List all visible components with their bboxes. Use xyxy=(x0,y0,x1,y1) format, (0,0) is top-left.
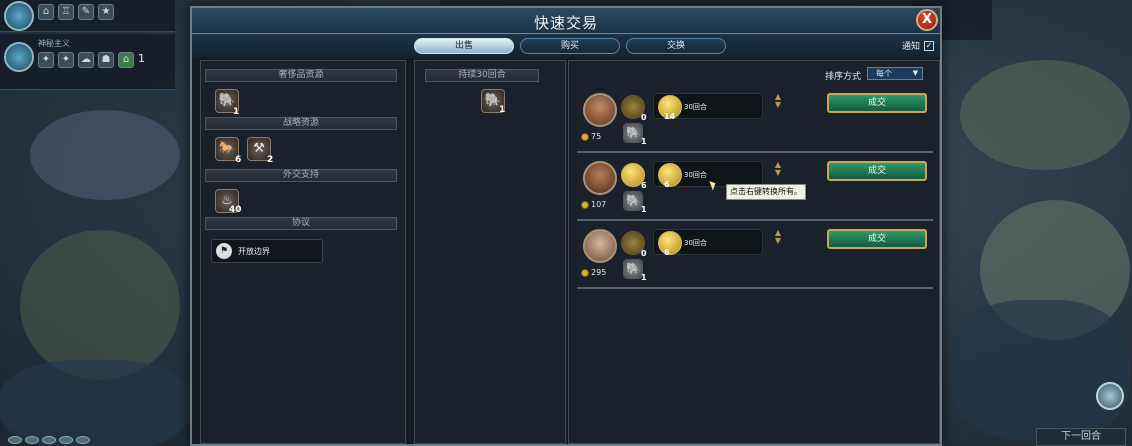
tab-sell[interactable]: 出售 xyxy=(414,38,514,54)
elephant-count: 1 xyxy=(641,273,647,282)
belief-icon-3: ☁ xyxy=(78,52,94,68)
belief-icon-4: ☗ xyxy=(98,52,114,68)
bottom-left-icons[interactable] xyxy=(8,436,90,444)
turns-label: 30回合 xyxy=(684,239,707,247)
turns-label: 30回合 xyxy=(684,103,707,111)
sort-dropdown[interactable]: 每个 ▼ xyxy=(867,67,923,80)
gold-icon xyxy=(581,201,589,209)
gold-coin-icon xyxy=(658,163,682,187)
next-turn-button[interactable]: 下一回合 xyxy=(1036,428,1126,446)
civic-icon[interactable] xyxy=(4,1,34,31)
unit-action-button[interactable] xyxy=(1096,382,1124,410)
leader-portrait[interactable] xyxy=(583,229,617,263)
deals-panel: 排序方式 每个 ▼ 75 0 14 30回合 ▲ ▼ 成交 🐘 1 107 6 … xyxy=(568,60,940,444)
gold-per-turn-box[interactable]: 6 30回合 xyxy=(653,229,763,257)
belief-icon-5: ⌂ xyxy=(118,52,134,68)
belief-icon-1: ✦ xyxy=(38,52,54,68)
gold-coin-icon xyxy=(658,231,682,255)
elephant-icon[interactable]: 🐘 xyxy=(623,123,643,143)
tab-bar: 出售 购买 交换 通知 ✓ xyxy=(192,34,940,58)
hud-civics-row[interactable]: ⌂ ♖ ✎ ★ xyxy=(0,0,175,32)
tab-exchange[interactable]: 交换 xyxy=(626,38,726,54)
gold-icon xyxy=(581,133,589,141)
favor-count: 40 xyxy=(229,205,242,215)
gold-slot-count: 6 xyxy=(641,181,647,190)
row-divider xyxy=(577,151,933,153)
belief-count: 1 xyxy=(138,52,145,65)
agreements-header: 协议 xyxy=(205,217,397,230)
chevron-down-icon[interactable]: ▼ xyxy=(773,237,783,245)
horse-count: 6 xyxy=(235,155,242,165)
notify-label: 通知 xyxy=(901,42,920,52)
gold-slot-count: 0 xyxy=(641,113,647,122)
lens-icon-3[interactable] xyxy=(42,436,56,444)
gold-amount: 107 xyxy=(591,200,607,209)
gold-icon xyxy=(581,269,589,277)
diplomatic-header: 外交支持 xyxy=(205,169,397,182)
unit-icon: ⌂ xyxy=(38,4,54,20)
luxury-header: 奢侈品资源 xyxy=(205,69,397,82)
elephant-count: 1 xyxy=(641,137,647,146)
gold-per-turn-box[interactable]: 14 30回合 xyxy=(653,93,763,121)
chevron-down-icon: ▼ xyxy=(912,69,918,77)
gold-amount: 295 xyxy=(591,268,607,277)
lens-icon-1[interactable] xyxy=(8,436,22,444)
leader-portrait[interactable] xyxy=(583,93,617,127)
close-button[interactable]: X xyxy=(916,9,938,31)
scroll-icon: ✎ xyxy=(78,4,94,20)
amount-stepper[interactable]: ▲ ▼ xyxy=(773,93,783,109)
accept-deal-button[interactable]: 成交 xyxy=(827,229,927,249)
religion-icon[interactable] xyxy=(4,42,34,72)
title-bar: 快速交易 X xyxy=(192,8,940,34)
notify-toggle[interactable]: 通知 ✓ xyxy=(902,39,934,52)
elephant-icon[interactable]: 🐘 xyxy=(623,191,643,211)
open-borders-label: 开放边界 xyxy=(238,247,270,256)
accept-deal-button[interactable]: 成交 xyxy=(827,161,927,181)
chevron-down-icon[interactable]: ▼ xyxy=(773,101,783,109)
turns-count: 6 xyxy=(664,248,670,257)
sort-value: 每个 xyxy=(876,69,892,78)
gold-amount: 75 xyxy=(591,132,602,141)
leader-portrait[interactable] xyxy=(583,161,617,195)
quick-deal-dialog: 快速交易 X 出售 购买 交换 通知 ✓ 奢侈品资源 🐘 1 战略资源 🐎 6 … xyxy=(190,6,942,446)
offer-panel: 持续30回合 🐘 1 xyxy=(414,60,566,444)
star-icon: ★ xyxy=(98,4,114,20)
turns-label: 30回合 xyxy=(684,171,707,179)
row-divider xyxy=(577,219,933,221)
dialog-title: 快速交易 xyxy=(533,14,598,32)
my-resources-panel: 奢侈品资源 🐘 1 战略资源 🐎 6 ⚒ 2 外交支持 ♨ 40 协议 ⚑ 开放… xyxy=(200,60,406,444)
strategic-header: 战略资源 xyxy=(205,117,397,130)
open-borders-item[interactable]: ⚑ 开放边界 xyxy=(211,239,323,263)
belief-label: 神秘主义 xyxy=(38,39,70,48)
sort-label: 排序方式 xyxy=(825,72,862,82)
elephant-icon[interactable]: 🐘 xyxy=(623,259,643,279)
building-icon: ♖ xyxy=(58,4,74,20)
top-resource-bar xyxy=(440,0,950,5)
tab-buy[interactable]: 购买 xyxy=(520,38,620,54)
lens-icon-2[interactable] xyxy=(25,436,39,444)
iron-count: 2 xyxy=(267,155,274,165)
notify-checkbox[interactable]: ✓ xyxy=(924,40,934,51)
lens-icon-5[interactable] xyxy=(76,436,90,444)
lens-icon-4[interactable] xyxy=(59,436,73,444)
tooltip: 点击右键转换所有。 xyxy=(726,184,806,200)
belief-icon-2: ✦ xyxy=(58,52,74,68)
chevron-down-icon[interactable]: ▼ xyxy=(773,169,783,177)
turns-count: 14 xyxy=(664,112,676,121)
amount-stepper[interactable]: ▲ ▼ xyxy=(773,161,783,177)
gold-slot-count: 0 xyxy=(641,249,647,258)
offer-count: 1 xyxy=(499,105,506,115)
luxury-count: 1 xyxy=(233,107,240,117)
accept-deal-button[interactable]: 成交 xyxy=(827,93,927,113)
duration-header: 持续30回合 xyxy=(425,69,539,82)
offer-row: 295 0 6 30回合 ▲ ▼ 成交 🐘 1 xyxy=(577,227,933,289)
offer-row: 75 0 14 30回合 ▲ ▼ 成交 🐘 1 xyxy=(577,91,933,153)
turns-count: 6 xyxy=(664,180,670,189)
elephant-count: 1 xyxy=(641,205,647,214)
hud-religion-row[interactable]: 神秘主义 ✦ ✦ ☁ ☗ ⌂ 1 xyxy=(0,34,175,90)
amount-stepper[interactable]: ▲ ▼ xyxy=(773,229,783,245)
open-borders-icon: ⚑ xyxy=(216,243,232,259)
row-divider xyxy=(577,287,933,289)
